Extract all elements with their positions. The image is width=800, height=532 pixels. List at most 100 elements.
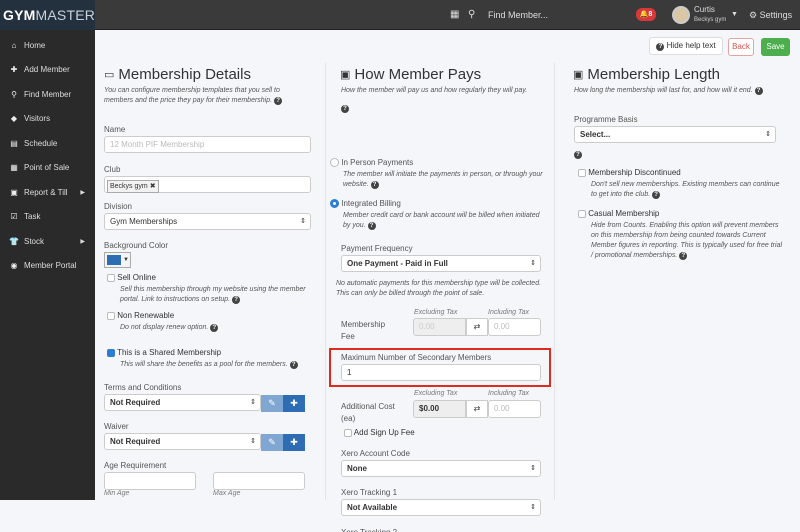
name-input[interactable]: 12 Month PIF Membership [104,136,311,153]
help-icon[interactable]: ? [367,222,376,231]
membership-discontinued-label: Membership Discontinued [588,168,681,177]
membership-length-desc: How long the membership will last for, a… [574,86,800,96]
incl-tax-label: Including Tax [488,390,529,397]
membership-details-section: ▭ Membership Details You can configure me… [99,63,321,500]
plus-icon: ✚ [290,437,298,447]
help-icon[interactable]: ? [574,151,582,159]
help-icon[interactable]: ? [754,87,763,95]
additional-cost-excl-input[interactable]: $0.00 [413,400,466,418]
xero-account-code-select[interactable]: None [341,460,541,477]
help-icon[interactable]: ? [232,296,241,304]
payment-frequency-note: No automatic payments for this membershi… [336,280,542,297]
sidebar-item-visitors[interactable]: ◆ Visitors [0,107,95,132]
sidebar-item-member-portal[interactable]: ◉ Member Portal [0,254,95,279]
excl-tax-label: Excluding Tax [414,309,458,316]
division-select[interactable]: Gym Memberships [104,213,311,230]
gymmaster-logo[interactable]: GYMMASTER [0,0,95,30]
help-icon[interactable]: ? [341,105,349,113]
additional-cost-incl-input[interactable]: 0.00 [488,400,541,418]
pencil-icon: ✎ [268,437,276,447]
globe-icon: ◉ [10,261,18,271]
max-age-label: Max Age [213,490,241,497]
money-icon: ▣ [340,69,351,81]
programme-basis-select[interactable]: Select... [574,126,776,143]
avatar[interactable] [672,6,690,24]
terms-select[interactable]: Not Required [104,394,261,411]
in-person-payments-desc: The member will initiate the payments in… [343,171,543,190]
help-icon[interactable]: ? [652,191,661,199]
waiver-label: Waiver [104,422,129,431]
shared-membership-desc: This will share the benefits as a pool f… [120,360,312,370]
non-renewable-checkbox[interactable] [107,311,115,320]
caret-down-icon: ▼ [123,257,129,263]
membership-discontinued-checkbox[interactable] [578,168,586,177]
club-label: Club [104,165,121,174]
user-name[interactable]: Curtis [694,5,715,14]
membership-fee-incl-input[interactable]: 0.00 [488,318,541,336]
top-bar: GYMMASTER ▦ ⚲ Find Member... 🔔8 Curtis B… [0,0,800,50]
integrated-billing-desc: Member credit card or bank account will … [343,212,540,231]
membership-discontinued-desc: Don't sell new memberships. Existing mem… [591,181,780,199]
membership-fee-excl-input[interactable]: 0.00 [413,318,466,336]
help-icon[interactable]: ? [289,361,298,369]
edit-waiver-button[interactable]: ✎ [261,434,283,451]
casual-membership-checkbox[interactable] [578,209,586,218]
sidebar-item-report-till[interactable]: ▣ Report & Till ▶ [0,180,95,205]
gear-icon: ⚙ [749,10,758,20]
swap-tax-button[interactable]: ⇄ [466,318,488,336]
integrated-billing-radio[interactable] [330,199,339,209]
edit-terms-button[interactable]: ✎ [261,395,283,412]
find-member-input[interactable]: Find Member... [488,0,548,30]
incl-tax-label: Including Tax [488,309,529,316]
help-icon[interactable]: ? [210,324,219,332]
tags-icon: ◆ [10,114,18,124]
help-icon[interactable]: ? [274,97,283,105]
swap-icon: ⇄ [473,404,481,413]
sidebar-item-stock[interactable]: 👕 Stock ▶ [0,229,95,254]
qr-code-icon[interactable]: ▦ [450,0,459,30]
calendar-icon: ▣ [573,69,584,81]
max-secondary-members-input[interactable]: 1 [341,364,541,381]
payment-frequency-select[interactable]: One Payment - Paid in Full [341,255,541,272]
search-icon[interactable]: ⚲ [468,0,475,30]
in-person-payments-radio[interactable] [330,158,339,168]
help-icon[interactable]: ? [679,252,688,260]
grid-icon: ▦ [10,163,18,173]
help-icon[interactable]: ? [370,181,379,190]
casual-membership-label: Casual Membership [588,209,660,218]
swap-tax-button[interactable]: ⇄ [466,400,488,418]
sidebar-item-home[interactable]: ⌂ Home [0,33,95,58]
max-age-input[interactable] [213,472,305,490]
sell-online-checkbox[interactable] [107,273,115,282]
xero-tracking-2-label: Xero Tracking 2 [341,528,397,532]
add-signup-fee-checkbox[interactable] [344,428,352,437]
membership-length-section: ▣ Membership Length How long the membersh… [565,63,800,500]
sidebar-item-find-member[interactable]: ⚲ Find Member [0,82,95,107]
waiver-select[interactable]: Not Required [104,433,261,450]
sidebar-item-task[interactable]: ☑ Task [0,205,95,230]
background-color-picker[interactable]: ▼ [104,252,131,268]
in-person-payments-label: In Person Payments [341,158,414,167]
add-terms-button[interactable]: ✚ [283,395,305,412]
membership-length-title: ▣ Membership Length [573,66,720,83]
sidebar-item-schedule[interactable]: ▤ Schedule [0,131,95,156]
add-waiver-button[interactable]: ✚ [283,434,305,451]
main-content: ? Hide help text Back Save ▭ Membership D… [95,30,800,532]
xero-tracking-1-select[interactable]: Not Available [341,499,541,516]
home-icon: ⌂ [11,40,17,50]
remove-tag-icon[interactable]: ✖ [150,183,156,190]
min-age-input[interactable] [104,472,196,490]
back-button[interactable]: Back [728,38,754,56]
sell-online-label: Sell Online [117,273,156,282]
shared-membership-checkbox[interactable] [107,348,115,357]
club-input[interactable]: Beckys gym ✖ [104,176,311,193]
notifications-badge[interactable]: 🔔8 [636,8,656,21]
sidebar-item-add-member[interactable]: ✚ Add Member [0,58,95,83]
non-renewable-label: Non Renewable [117,311,175,320]
sidebar-item-point-of-sale[interactable]: ▦ Point of Sale [0,156,95,181]
club-tag: Beckys gym ✖ [107,180,159,193]
user-menu-caret-icon[interactable]: ▼ [731,11,738,18]
save-button[interactable]: Save [761,38,790,56]
pencil-icon: ✎ [268,398,276,408]
hide-help-text-button[interactable]: ? Hide help text [649,37,723,55]
